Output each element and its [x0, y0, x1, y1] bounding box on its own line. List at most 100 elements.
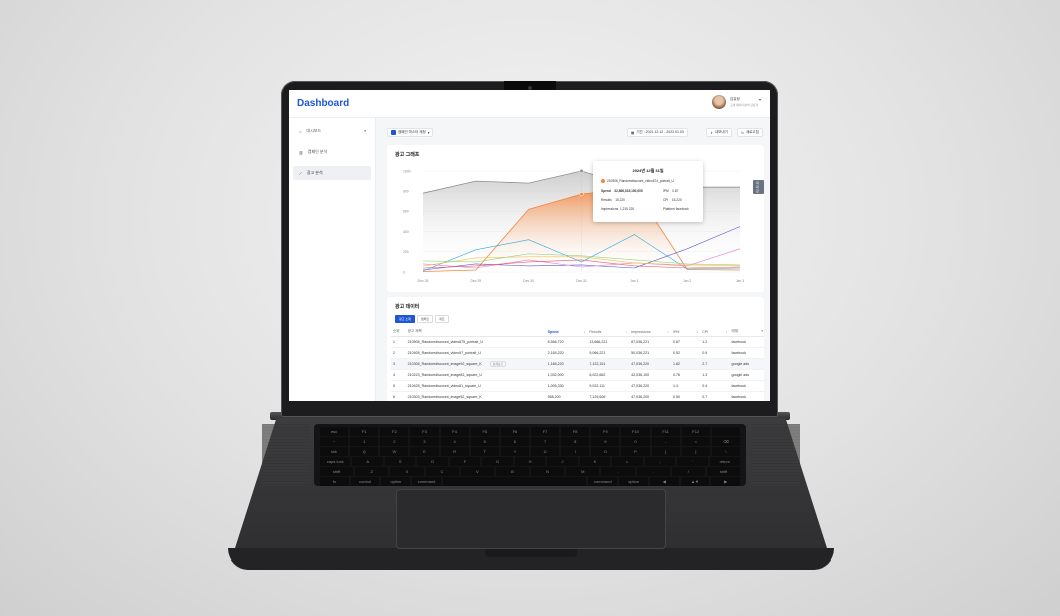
key[interactable]: F1 [350, 427, 379, 436]
key[interactable]: J [547, 457, 578, 466]
table-row[interactable]: 5 210425_Randomdiscount_video81_square_U 1… [391, 380, 764, 392]
key[interactable]: 0 [621, 437, 650, 446]
sidebar-item-ad-analysis[interactable]: ⟋ 광고 분석 [293, 166, 371, 180]
key[interactable]: X [390, 467, 424, 476]
key[interactable]: caps lock [320, 457, 351, 466]
col-header-impressions[interactable]: Impressions ↓ [629, 327, 671, 337]
key[interactable]: \ [711, 447, 740, 456]
key[interactable]: 9 [591, 437, 620, 446]
tab-campaign[interactable]: 캠페인 [416, 315, 434, 323]
key[interactable]: esc [320, 427, 349, 436]
key[interactable]: S [384, 457, 416, 466]
key[interactable]: 3 [410, 437, 439, 446]
table-row[interactable]: 1 210505_Randomdiscount_video675_portrait… [391, 336, 764, 348]
key[interactable]: F12 [681, 427, 710, 436]
key[interactable]: M [566, 467, 600, 476]
key[interactable]: = [681, 437, 710, 446]
app-title[interactable]: Dashboard [297, 98, 349, 109]
key[interactable]: B [495, 467, 530, 476]
key[interactable]: [ [651, 447, 680, 456]
user-menu-caret-icon[interactable]: ▾ [759, 97, 761, 102]
key[interactable]: K [579, 457, 611, 466]
key[interactable]: shift [320, 467, 354, 476]
key[interactable]: ] [681, 447, 710, 456]
key[interactable]: shift [706, 467, 741, 476]
date-range-picker[interactable]: ▦ 기간 : 2021.12.12 - 2022.01.03 [627, 128, 688, 137]
key[interactable]: F3 [410, 427, 439, 436]
key[interactable]: , [601, 467, 635, 476]
export-button[interactable]: ⇪ 내보내기 [706, 128, 732, 137]
key[interactable]: F7 [530, 427, 560, 436]
key[interactable]: 4 [440, 437, 469, 446]
key[interactable]: L [612, 457, 643, 466]
key[interactable]: / [671, 467, 705, 476]
table-row[interactable]: 2 210405_Randomdiscount_video97_portrait_… [391, 347, 764, 359]
key[interactable]: ' [677, 457, 708, 466]
key[interactable] [442, 477, 587, 486]
key[interactable]: ⌫ [711, 437, 740, 446]
key[interactable]: W [380, 447, 409, 456]
key[interactable]: U [530, 447, 560, 456]
touchpad[interactable] [396, 489, 666, 549]
key[interactable]: control [350, 477, 380, 486]
key[interactable]: ▶ [711, 477, 741, 486]
key[interactable]: V [460, 467, 494, 476]
key[interactable]: A [352, 457, 383, 466]
key[interactable]: G [482, 457, 513, 466]
key[interactable]: Z [355, 467, 389, 476]
key[interactable]: O [591, 447, 620, 456]
key[interactable]: H [514, 457, 546, 466]
sidebar-item-campaign-analysis[interactable]: ▥ 캠페인 분석 [293, 145, 371, 159]
avatar[interactable] [712, 95, 726, 109]
col-header-rank[interactable]: 순위 [391, 327, 406, 337]
col-header-cpi[interactable]: CPI ↓ [700, 327, 730, 337]
key[interactable]: option [381, 477, 411, 486]
key[interactable]: F [449, 457, 481, 466]
key[interactable]: tab [320, 447, 349, 456]
key[interactable]: F11 [651, 427, 680, 436]
key[interactable]: F9 [591, 427, 620, 436]
key[interactable]: F8 [561, 427, 590, 436]
key[interactable]: 7 [530, 437, 560, 446]
key[interactable]: ◀ [649, 477, 679, 486]
key[interactable]: - [651, 437, 680, 446]
key[interactable]: command [588, 477, 618, 486]
table-row[interactable]: 6 210303_Randomdiscount_image52_square_K 9… [391, 391, 764, 401]
key[interactable]: D [417, 457, 448, 466]
key[interactable]: T [470, 447, 499, 456]
col-header-results[interactable]: Results ↓ [587, 327, 630, 337]
key[interactable]: 8 [561, 437, 590, 446]
key[interactable]: ~ [320, 437, 349, 446]
key[interactable]: F5 [470, 427, 499, 436]
key[interactable]: F4 [440, 427, 469, 436]
key[interactable]: 5 [470, 437, 499, 446]
table-row[interactable]: 4 210223_Randomdiscount_image83_square_U 1… [391, 369, 764, 381]
key[interactable]: 6 [500, 437, 529, 446]
col-header-spend[interactable]: Spend ↓ [545, 327, 588, 337]
key[interactable]: ; [644, 457, 676, 466]
tab-creative[interactable]: 광고 소재 [395, 315, 415, 323]
key[interactable]: C [425, 467, 459, 476]
key[interactable]: P [621, 447, 650, 456]
col-header-ad-title[interactable]: 광고 제목 [405, 327, 546, 337]
key[interactable]: 2 [380, 437, 409, 446]
key[interactable]: return [709, 457, 741, 466]
key[interactable]: F10 [621, 427, 650, 436]
col-header-media[interactable]: 매체 ▾ [729, 327, 764, 337]
key[interactable]: ▲▼ [680, 477, 710, 486]
row-detail-button[interactable]: 상세보기 [489, 361, 507, 367]
table-row[interactable]: 3 210305_Randomdiscount_image92_square_K 상… [391, 358, 764, 370]
key[interactable] [711, 427, 740, 436]
key[interactable]: N [531, 467, 565, 476]
key[interactable]: Y [500, 447, 529, 456]
key[interactable]: Q [350, 447, 379, 456]
key[interactable]: fn [320, 477, 349, 486]
key[interactable]: option [619, 477, 648, 486]
key[interactable]: R [440, 447, 469, 456]
tab-adset[interactable]: 세트 [435, 315, 449, 323]
line-chart[interactable]: 1000 800 600 400 200 0 Dec 28 Dec 29 Dec 30 Dec 3… [387, 145, 764, 292]
account-select[interactable]: 캠페인 마스터 계정 ▾ [387, 128, 434, 137]
key[interactable]: F2 [380, 427, 409, 436]
key[interactable]: F6 [500, 427, 529, 436]
key[interactable]: command [412, 477, 441, 486]
